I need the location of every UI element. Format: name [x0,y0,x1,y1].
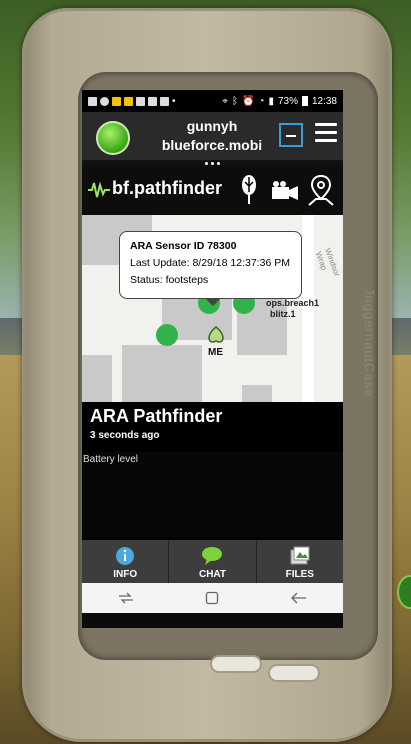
files-icon [290,546,310,565]
bluetooth-icon: ᛒ [231,95,238,107]
popup-last-update: Last Update: 8/29/18 12:37:36 PM [130,257,290,269]
notification-icon [88,96,97,106]
map-building [242,385,272,402]
map-view[interactable]: Windsor Wrap ME ops.breach1 blitz.1 ARA … [82,215,343,402]
app-icon [148,96,157,106]
unit-marker[interactable] [156,324,178,346]
info-title: ARA Pathfinder [90,406,223,426]
sensor-popup[interactable]: ARA Sensor ID 78300 Last Update: 8/29/18… [119,231,302,306]
more-icon: • [172,95,176,107]
sensor-marker-icon[interactable] [206,325,226,345]
wifi-icon: ◔ [258,95,265,107]
map-pin-icon[interactable] [308,173,334,207]
info-updated: 3 seconds ago [90,430,160,441]
minimize-button[interactable] [279,123,303,147]
phone-screen: • ⌖ ᛒ ⏰ ◔ ▮ 73% 12:38 gunnyh blueforce.m… [82,90,343,628]
battery-level-label: Battery level [83,454,139,465]
signal-icon: ▮ [268,95,274,107]
popup-title: ARA Sensor ID 78300 [130,240,237,252]
home-icon[interactable] [205,591,219,605]
tab-files[interactable]: FILES [257,540,343,583]
info-panel: ARA Pathfinder 3 seconds ago Battery lev… [82,402,343,540]
battery-level-section: Battery level [82,452,343,538]
case-button-left[interactable] [210,655,262,673]
hamburger-menu-icon[interactable] [315,123,337,145]
message-icon [112,96,121,106]
message-icon [124,96,133,106]
case-brand-text: JuggernautCase [362,288,377,398]
pathfinder-logo-icon [88,181,110,198]
map-building [122,345,202,402]
status-time: 12:38 [311,95,337,107]
video-camera-icon[interactable] [271,180,299,202]
tab-chat[interactable]: CHAT [169,540,257,583]
tab-label: CHAT [198,569,226,580]
presence-avatar[interactable] [96,121,130,155]
info-icon [116,547,135,565]
case-button-right[interactable] [268,664,320,682]
recents-icon[interactable] [118,592,134,604]
app-title: bf.pathfinder [112,178,222,198]
popup-status: Status: footsteps [130,274,209,286]
mail-icon [136,96,145,106]
bottom-tabs: INFO CHAT FILES [82,540,343,583]
alarm-icon: ⏰ [241,95,255,107]
account-info: gunnyh blueforce.mobi [142,117,282,155]
app-bar: bf.pathfinder [82,166,343,215]
gallery-icon [160,96,169,106]
account-header: gunnyh blueforce.mobi [82,112,343,160]
street-label: Windsor Wrap [313,247,342,278]
tab-label: FILES [285,569,314,580]
user-domain: blueforce.mobi [161,137,263,153]
status-bar: • ⌖ ᛒ ⏰ ◔ ▮ 73% 12:38 [82,90,343,112]
callsign-label: blitz.1 [270,309,296,319]
map-road [302,215,314,402]
chat-icon [202,547,223,565]
sensor-icon[interactable] [240,174,258,206]
battery-icon [301,96,308,106]
tab-label: INFO [113,569,138,580]
system-nav-bar [82,583,343,613]
location-icon: ⌖ [222,95,228,107]
battery-percent: 73% [277,95,298,107]
tab-info[interactable]: INFO [82,540,170,583]
back-icon[interactable] [291,592,307,604]
map-building [82,355,112,402]
callsign-label: ops.breach1 [266,298,320,308]
me-label: ME [208,347,223,358]
clock-icon [100,96,109,106]
username: gunnyh [186,118,238,134]
